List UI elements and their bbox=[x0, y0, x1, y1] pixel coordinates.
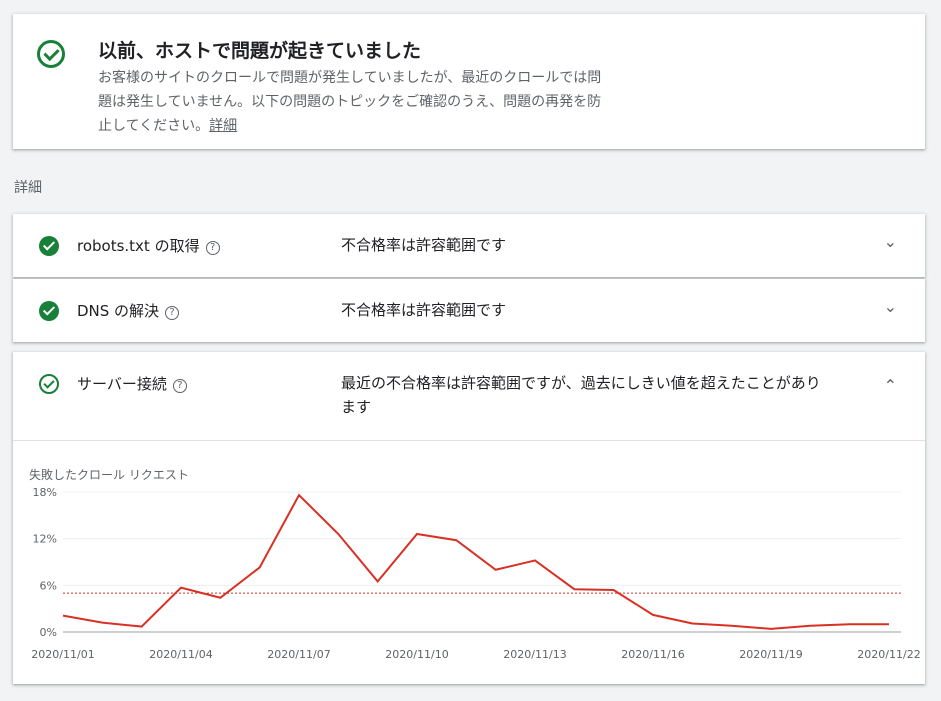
row-status: 不合格率は許容範囲です bbox=[341, 236, 507, 254]
row-status-line2: ます bbox=[341, 398, 372, 416]
summary-desc-line1: お客様のサイトのクロールで問題が発生していましたが、最近のクロールでは問 bbox=[98, 70, 602, 86]
x-tick-label: 2020/11/19 bbox=[739, 648, 802, 661]
x-tick-label: 2020/11/22 bbox=[857, 648, 920, 661]
x-tick-label: 2020/11/07 bbox=[267, 648, 330, 661]
row-status: 不合格率は許容範囲です bbox=[341, 301, 507, 319]
x-tick-label: 2020/11/04 bbox=[149, 648, 212, 661]
x-tick-label: 2020/11/10 bbox=[385, 648, 448, 661]
status-summary-card: 以前、ホストで問題が起きていました お客様のサイトのクロールで問題が発生していま… bbox=[13, 14, 925, 149]
summary-desc-line2: 題は発生していません。以下の問題のトピックをご確認のうえ、問題の再発を防 bbox=[98, 94, 602, 110]
row-name[interactable]: サーバー接続? bbox=[77, 373, 187, 394]
row-name: DNS の解決? bbox=[77, 300, 180, 321]
help-icon[interactable]: ? bbox=[172, 379, 187, 393]
row-server-connection: サーバー接続? 最近の不合格率は許容範囲ですが、過去にしきい値を超えたことがあり… bbox=[13, 352, 925, 684]
y-tick-label: 0% bbox=[40, 626, 57, 639]
section-label: 詳細 bbox=[14, 180, 42, 196]
check-circle-icon bbox=[39, 374, 59, 394]
row-name: robots.txt の取得? bbox=[77, 235, 220, 256]
details-link[interactable]: 詳細 bbox=[209, 118, 237, 134]
series-line bbox=[62, 493, 889, 630]
chevron-down-icon[interactable]: ⌄ bbox=[884, 297, 897, 316]
summary-description: お客様のサイトのクロールで問題が発生していましたが、最近のクロールでは問 題は発… bbox=[98, 66, 698, 138]
y-tick-label: 12% bbox=[33, 533, 57, 546]
x-tick-label: 2020/11/13 bbox=[503, 648, 566, 661]
y-tick-label: 6% bbox=[40, 579, 57, 592]
row-robots-fetch[interactable]: robots.txt の取得? 不合格率は許容範囲です ⌄ bbox=[13, 214, 925, 277]
check-circle-icon bbox=[37, 40, 65, 68]
y-tick-label: 18% bbox=[33, 486, 57, 499]
check-filled-icon bbox=[39, 301, 59, 321]
summary-desc-line3: 止してください。 bbox=[98, 118, 210, 134]
summary-title: 以前、ホストで問題が起きていました bbox=[98, 40, 422, 62]
help-icon[interactable]: ? bbox=[165, 306, 180, 320]
chevron-up-icon[interactable]: ⌃ bbox=[884, 376, 897, 395]
chevron-down-icon[interactable]: ⌄ bbox=[884, 232, 897, 251]
row-status: 最近の不合格率は許容範囲ですが、過去にしきい値を超えたことがあり ます bbox=[341, 371, 861, 419]
divider bbox=[13, 440, 925, 441]
help-icon[interactable]: ? bbox=[205, 241, 220, 255]
row-name-text: robots.txt の取得 bbox=[77, 237, 200, 255]
x-tick-label: 2020/11/01 bbox=[31, 648, 94, 661]
row-dns-resolution[interactable]: DNS の解決? 不合格率は許容範囲です ⌄ bbox=[13, 279, 925, 342]
row-status-line1: 最近の不合格率は許容範囲ですが、過去にしきい値を超えたことがあり bbox=[341, 374, 821, 392]
row-name-text: DNS の解決 bbox=[77, 302, 160, 320]
row-name-text: サーバー接続 bbox=[77, 375, 167, 393]
failed-requests-chart: 0% 6% 12% 18% 2020/11/01 2020/11/04 2020/11/07… bbox=[31, 486, 920, 661]
check-filled-icon bbox=[39, 236, 59, 256]
x-tick-label: 2020/11/16 bbox=[621, 648, 684, 661]
